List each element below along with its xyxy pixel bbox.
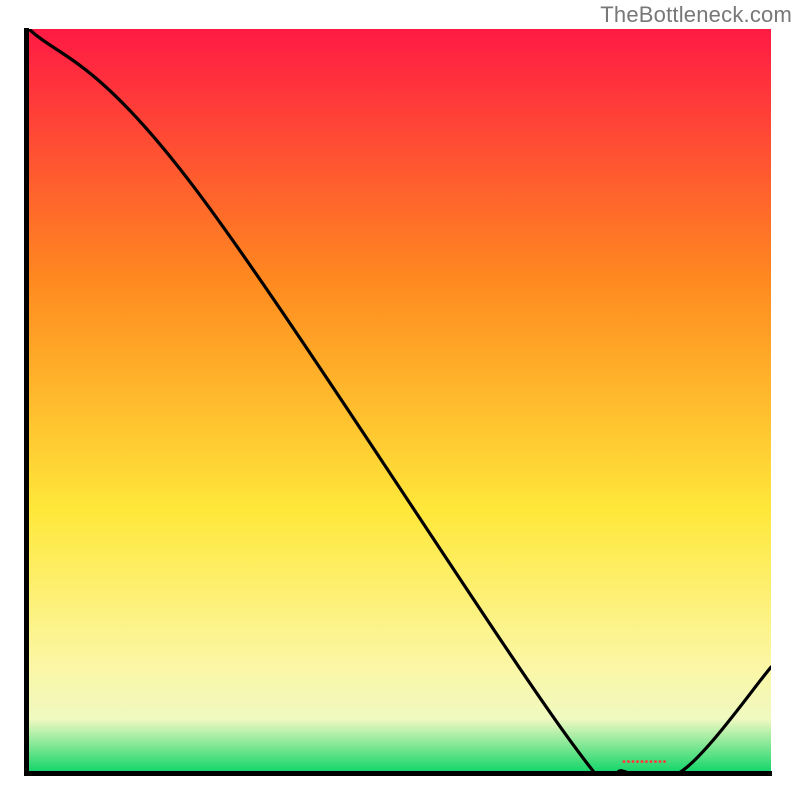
chart-root: TheBottleneck.com •••••••••• [0,0,800,800]
x-axis [28,771,772,776]
plot-svg [29,29,771,771]
watermark-text: TheBottleneck.com [600,2,792,28]
minimum-marker-label: •••••••••• [622,757,667,768]
gradient-background [29,29,771,771]
y-axis [24,28,29,776]
plot-area: •••••••••• [29,29,771,771]
